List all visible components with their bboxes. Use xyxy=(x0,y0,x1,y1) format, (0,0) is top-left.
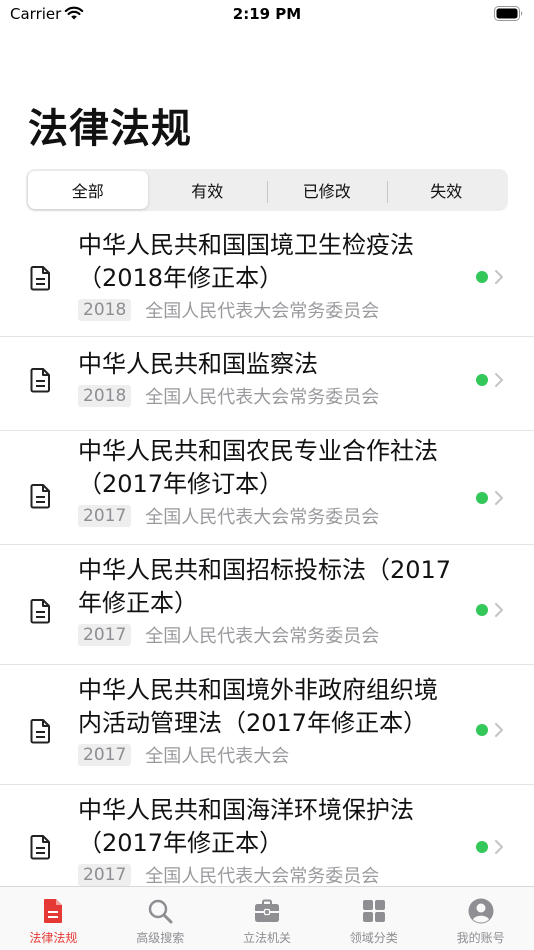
law-issuer: 全国人民代表大会常务委员会 xyxy=(145,507,380,528)
status-bar: Carrier 2:19 PM xyxy=(0,0,534,30)
law-title: 中华人民共和国海洋环境保护法 （2017年修正本） xyxy=(78,796,414,857)
status-filter-segmented-control: 全部 有效 已修改 失效 xyxy=(26,169,508,211)
law-list-item[interactable]: 中华人民共和国招标投标法（2017 年修正本） 2017 全国人民代表大会常务委员… xyxy=(0,545,534,665)
status-dot xyxy=(476,374,488,386)
law-list-item[interactable]: 中华人民共和国监察法 2018 全国人民代表大会常务委员会 xyxy=(0,337,534,431)
segment-divider xyxy=(386,181,388,203)
law-title: 中华人民共和国国境卫生检疫法 （2018年修正本） xyxy=(78,231,414,292)
tab-legislature[interactable]: 立法机关 xyxy=(214,887,321,950)
document-icon xyxy=(44,899,63,923)
tab-label: 我的账号 xyxy=(456,931,505,945)
document-icon xyxy=(30,266,50,291)
law-title: 中华人民共和国监察法 xyxy=(78,350,318,378)
document-icon xyxy=(30,368,50,393)
segment-label: 已修改 xyxy=(302,182,351,201)
segment-valid[interactable]: 有效 xyxy=(148,171,268,209)
document-icon xyxy=(30,599,50,624)
year-badge: 2017 xyxy=(78,505,132,527)
status-dot xyxy=(476,841,488,853)
chevron-right-icon xyxy=(495,723,503,737)
tab-categories[interactable]: 领域分类 xyxy=(320,887,427,950)
chevron-right-icon xyxy=(495,491,503,505)
year-badge: 2017 xyxy=(78,744,132,766)
document-icon xyxy=(30,719,50,744)
chevron-right-icon xyxy=(495,270,503,284)
year-badge: 2018 xyxy=(78,385,132,407)
law-issuer: 全国人民代表大会 xyxy=(145,746,290,767)
chevron-right-icon xyxy=(495,603,503,617)
tab-bar: 法律法规 高级搜索 立法机关 领域分类 我的账号 xyxy=(0,886,534,950)
tab-laws[interactable]: 法律法规 xyxy=(0,887,107,950)
status-dot xyxy=(476,604,488,616)
year-badge: 2017 xyxy=(78,624,132,646)
segment-amended[interactable]: 已修改 xyxy=(267,171,387,209)
law-list-item[interactable]: 中华人民共和国境外非政府组织境 内活动管理法（2017年修正本） 2017 全国人… xyxy=(0,665,534,785)
segment-all[interactable]: 全部 xyxy=(28,171,148,209)
status-dot xyxy=(476,724,488,736)
law-list-item[interactable]: 中华人民共和国国境卫生检疫法 （2018年修正本） 2018 全国人民代表大会常务… xyxy=(0,217,534,337)
year-badge: 2018 xyxy=(78,299,132,321)
document-icon xyxy=(30,484,50,509)
law-title: 中华人民共和国招标投标法（2017 年修正本） xyxy=(78,556,452,617)
law-issuer: 全国人民代表大会常务委员会 xyxy=(145,301,380,322)
battery-icon xyxy=(494,6,523,21)
segment-label: 失效 xyxy=(430,182,463,201)
chevron-right-icon xyxy=(495,840,503,854)
clock: 2:19 PM xyxy=(232,5,302,23)
law-list-item[interactable]: 中华人民共和国农民专业合作社法 （2017年修订本） 2017 全国人民代表大会常… xyxy=(0,431,534,545)
tab-advanced-search[interactable]: 高级搜索 xyxy=(107,887,214,950)
segment-label: 有效 xyxy=(191,182,224,201)
briefcase-icon xyxy=(254,899,279,922)
page-title: 法律法规 xyxy=(28,106,192,152)
document-icon xyxy=(30,835,50,860)
law-title: 中华人民共和国农民专业合作社法 （2017年修订本） xyxy=(78,437,438,498)
law-list: 中华人民共和国国境卫生检疫法 （2018年修正本） 2018 全国人民代表大会常务… xyxy=(0,217,534,889)
segment-divider xyxy=(267,181,268,203)
person-icon xyxy=(468,898,494,924)
tab-label: 领域分类 xyxy=(349,931,398,945)
tab-label: 立法机关 xyxy=(242,931,291,945)
status-dot xyxy=(476,271,488,283)
tab-my-account[interactable]: 我的账号 xyxy=(427,887,534,950)
chevron-right-icon xyxy=(495,373,503,387)
law-issuer: 全国人民代表大会常务委员会 xyxy=(145,866,380,887)
year-badge: 2017 xyxy=(78,864,132,886)
tab-label: 法律法规 xyxy=(29,931,78,945)
law-issuer: 全国人民代表大会常务委员会 xyxy=(145,626,380,647)
segment-expired[interactable]: 失效 xyxy=(386,171,507,209)
law-title: 中华人民共和国境外非政府组织境 内活动管理法（2017年修正本） xyxy=(78,676,438,737)
segment-label: 全部 xyxy=(71,182,104,201)
grid-icon xyxy=(362,900,385,922)
status-dot xyxy=(476,492,488,504)
search-icon xyxy=(148,899,173,924)
tab-label: 高级搜索 xyxy=(136,931,185,945)
law-issuer: 全国人民代表大会常务委员会 xyxy=(145,387,380,408)
law-list-item[interactable]: 中华人民共和国海洋环境保护法 （2017年修正本） 2017 全国人民代表大会常务… xyxy=(0,785,534,889)
